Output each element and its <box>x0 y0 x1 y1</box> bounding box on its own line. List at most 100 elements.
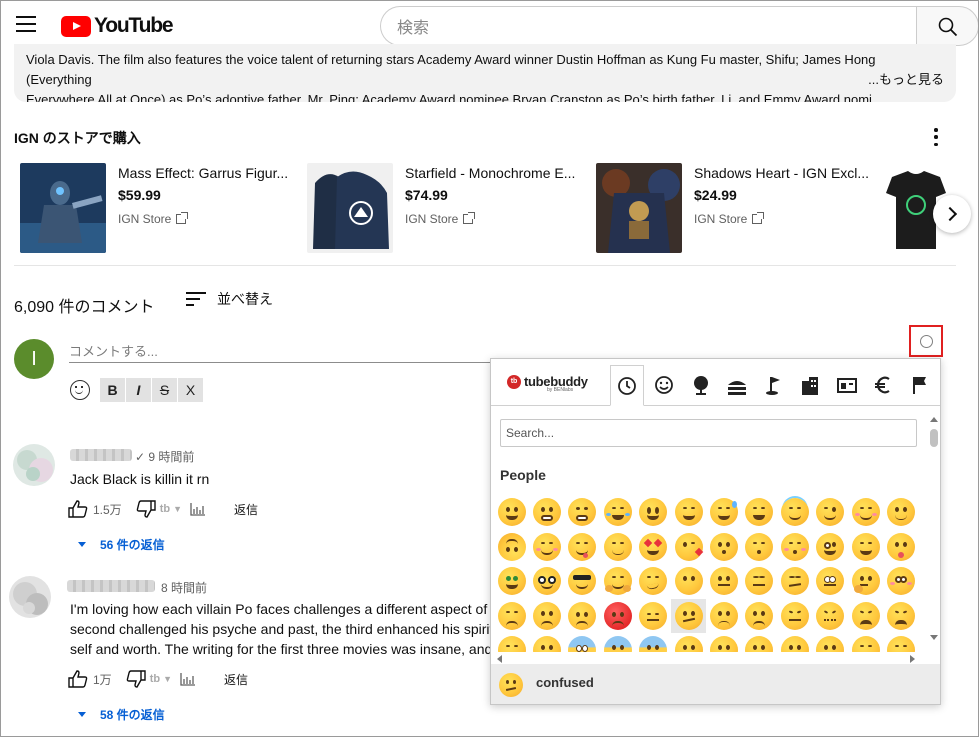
disappointed-relieved-emoji[interactable] <box>813 633 848 652</box>
kissing-closed-eyes-emoji[interactable] <box>777 530 812 564</box>
smile-emoji[interactable] <box>671 495 706 529</box>
user-avatar[interactable]: I <box>14 339 54 379</box>
clear-format-button[interactable]: X <box>178 378 203 402</box>
sweat-smile-emoji[interactable] <box>706 495 741 529</box>
tab-symbols[interactable] <box>866 368 900 402</box>
sunglasses-emoji[interactable] <box>565 564 600 598</box>
fearful-emoji[interactable] <box>600 633 635 652</box>
tongue-emoji[interactable] <box>883 530 918 564</box>
tab-activity[interactable] <box>757 368 791 402</box>
tab-objects[interactable] <box>830 368 864 402</box>
commenter-name[interactable] <box>70 449 132 461</box>
like-icon[interactable] <box>68 500 88 518</box>
frowning-open-emoji[interactable] <box>706 633 741 652</box>
product-name[interactable]: Mass Effect: Garrus Figur... <box>118 165 294 181</box>
hugging-emoji[interactable] <box>600 564 635 598</box>
persevere-emoji[interactable] <box>777 599 812 633</box>
strikethrough-button[interactable]: S <box>152 378 177 402</box>
pensive-emoji[interactable] <box>636 599 671 633</box>
relieved-emoji[interactable] <box>600 530 635 564</box>
commenter-name[interactable] <box>67 580 155 592</box>
hamburger-menu-icon[interactable] <box>16 16 36 32</box>
italic-button[interactable]: I <box>126 378 151 402</box>
tab-nature[interactable] <box>684 368 718 402</box>
frowning-emoji[interactable] <box>742 599 777 633</box>
stats-icon[interactable] <box>190 502 206 516</box>
reply-button[interactable]: 返信 <box>224 671 248 688</box>
vertical-scrollbar[interactable] <box>928 413 940 663</box>
confused-emoji[interactable] <box>670 598 707 633</box>
drooling-emoji[interactable] <box>848 633 883 652</box>
emoji-picker-button[interactable] <box>909 325 943 357</box>
rage-emoji[interactable] <box>600 599 635 633</box>
kissing-heart-emoji[interactable] <box>671 530 706 564</box>
view-replies-button[interactable]: 58 件の返信 <box>78 706 165 723</box>
flushed-emoji[interactable] <box>883 564 918 598</box>
scroll-thumb[interactable] <box>930 429 938 447</box>
scroll-up-icon[interactable] <box>930 417 938 422</box>
no-mouth-emoji[interactable] <box>671 564 706 598</box>
tubebuddy-icon[interactable]: tb <box>160 503 170 515</box>
confounded-emoji[interactable] <box>813 599 848 633</box>
emoji-search-input[interactable]: Search... <box>500 419 917 447</box>
scream-emoji[interactable] <box>565 633 600 652</box>
product-name[interactable]: Shadows Heart - IGN Excl... <box>694 165 870 181</box>
dislike-icon[interactable] <box>126 670 146 688</box>
horizontal-scrollbar[interactable] <box>493 654 923 664</box>
stats-icon[interactable] <box>180 672 196 686</box>
worried-emoji[interactable] <box>529 599 564 633</box>
slight-smile-emoji[interactable] <box>883 495 918 529</box>
product-store[interactable]: IGN Store <box>694 212 765 226</box>
crazy-face-emoji[interactable] <box>813 530 848 564</box>
tab-people[interactable] <box>647 368 681 402</box>
show-more-link[interactable]: ...もっと見る <box>866 70 944 90</box>
sleepy-emoji[interactable] <box>883 633 918 652</box>
cry-emoji[interactable] <box>777 633 812 652</box>
commenter-avatar[interactable] <box>9 576 51 618</box>
like-icon[interactable] <box>68 670 88 688</box>
emoji-icon[interactable] <box>70 380 90 400</box>
open-mouth-emoji[interactable] <box>529 633 564 652</box>
heart-eyes-emoji[interactable] <box>636 530 671 564</box>
neutral-face-emoji[interactable] <box>706 564 741 598</box>
smirk-emoji[interactable] <box>636 564 671 598</box>
laughing-emoji[interactable] <box>742 495 777 529</box>
slight-frown-emoji[interactable] <box>706 599 741 633</box>
weary-emoji[interactable] <box>883 599 918 633</box>
tubebuddy-icon[interactable]: tb <box>150 673 160 685</box>
product-store[interactable]: IGN Store <box>405 212 476 226</box>
search-input[interactable]: 検索 <box>380 6 917 46</box>
product-name[interactable]: Starfield - Monochrome E... <box>405 165 581 181</box>
relaxed-emoji[interactable] <box>529 530 564 564</box>
tired-face-emoji[interactable] <box>848 599 883 633</box>
disappointed-emoji[interactable] <box>494 599 529 633</box>
grinning-face-emoji[interactable] <box>494 495 529 529</box>
more-options-icon[interactable] <box>928 128 944 146</box>
wink-emoji[interactable] <box>813 495 848 529</box>
kissing-emoji[interactable] <box>706 530 741 564</box>
triumph-emoji[interactable] <box>494 633 529 652</box>
tab-flags[interactable] <box>902 368 936 402</box>
hushed-emoji[interactable] <box>671 633 706 652</box>
money-mouth-emoji[interactable] <box>494 564 529 598</box>
anguished-emoji[interactable] <box>742 633 777 652</box>
grimacing-face-emoji[interactable] <box>529 495 564 529</box>
innocent-emoji[interactable] <box>777 495 812 529</box>
smiley-emoji[interactable] <box>636 495 671 529</box>
search-button[interactable] <box>916 6 979 46</box>
commenter-avatar[interactable] <box>13 444 55 486</box>
sort-button[interactable]: 並べ替え <box>186 289 273 309</box>
dislike-icon[interactable] <box>136 500 156 518</box>
rolling-eyes-emoji[interactable] <box>813 564 848 598</box>
reply-button[interactable]: 返信 <box>234 501 258 518</box>
caret-down-icon[interactable]: ▼ <box>173 504 182 514</box>
video-description[interactable]: Viola Davis. The film also features the … <box>14 44 956 102</box>
upside-down-emoji[interactable] <box>494 530 529 564</box>
youtube-logo[interactable]: YouTube <box>61 14 174 38</box>
product-store[interactable]: IGN Store <box>118 212 189 226</box>
thinking-emoji[interactable] <box>848 564 883 598</box>
cold-sweat-emoji[interactable] <box>636 633 671 652</box>
expressionless-emoji[interactable] <box>742 564 777 598</box>
tab-recent[interactable] <box>610 365 644 406</box>
kissing-smiling-eyes-emoji[interactable] <box>742 530 777 564</box>
